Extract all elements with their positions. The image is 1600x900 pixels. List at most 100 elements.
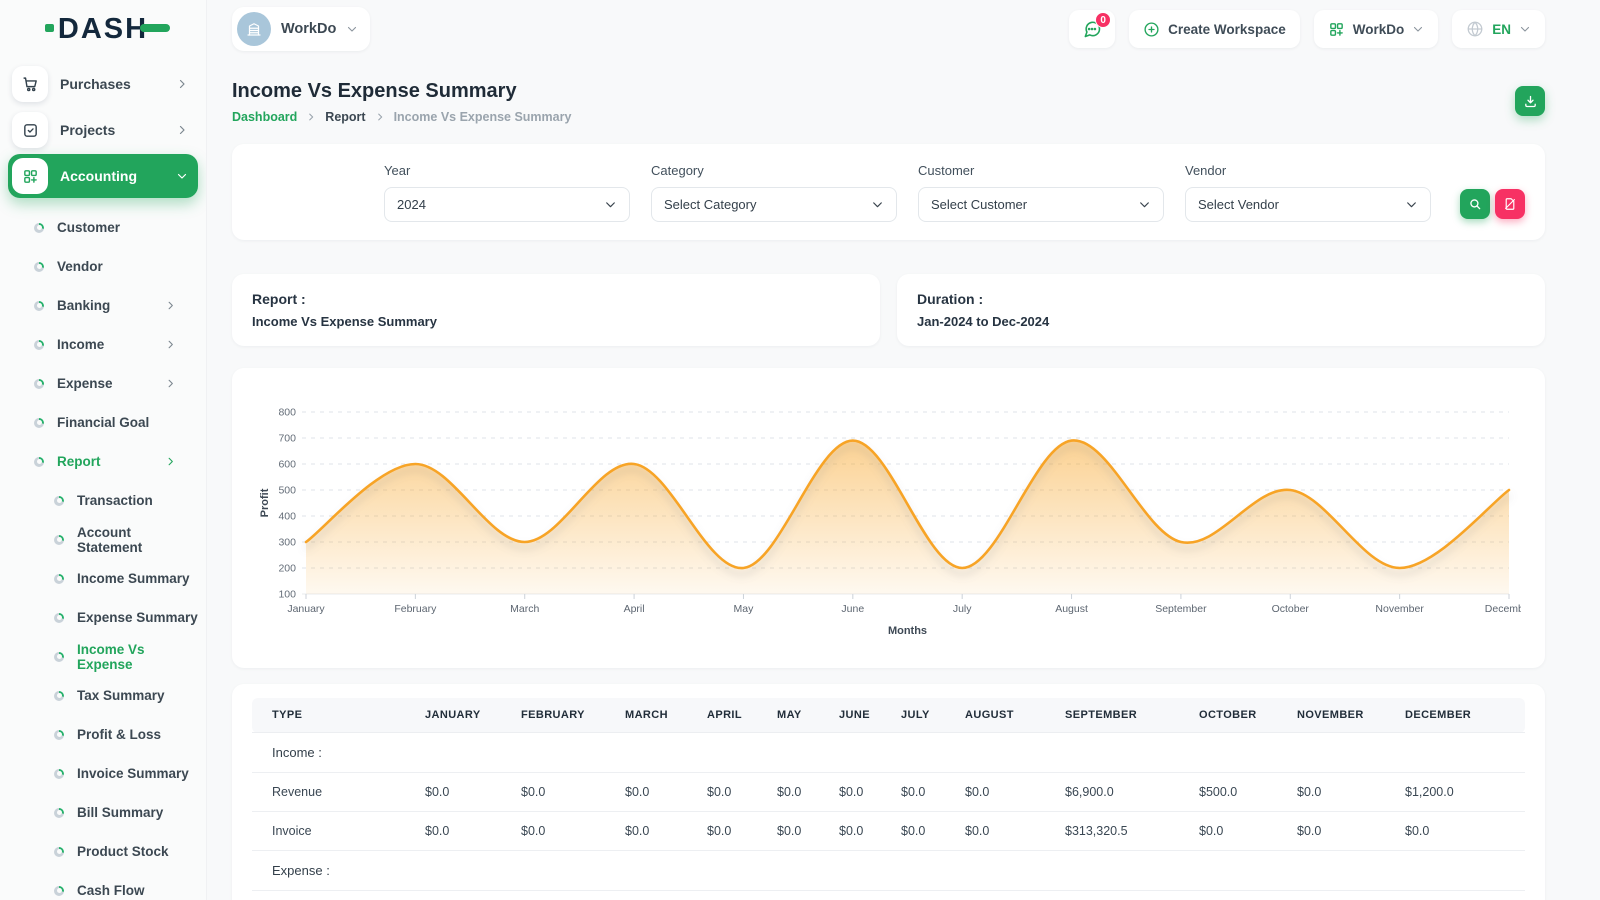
sidebar-item-customer[interactable]: Customer <box>8 208 198 247</box>
bullet-icon <box>54 847 64 857</box>
sidebar-item-income-vs-expense[interactable]: Income Vs Expense <box>8 637 198 676</box>
chevron-down-icon <box>604 198 617 211</box>
cell-value: $0.0 <box>513 812 617 851</box>
chevron-right-icon <box>165 378 176 389</box>
vendor-label: Vendor <box>1185 163 1431 178</box>
sidebar-item-financial-goal[interactable]: Financial Goal <box>8 403 198 442</box>
app-logo[interactable]: DASH <box>58 13 148 46</box>
sidebar-item-label: Projects <box>60 122 115 138</box>
breadcrumb-report[interactable]: Report <box>325 110 365 124</box>
customer-select[interactable]: Select Customer <box>918 187 1164 222</box>
sidebar-item-label: Cash Flow <box>77 883 145 898</box>
reset-filter-button[interactable] <box>1495 189 1525 219</box>
bullet-icon <box>34 301 44 311</box>
language-label: EN <box>1492 22 1511 37</box>
notification-count-badge: 0 <box>1095 12 1111 28</box>
sidebar-item-label: Expense <box>57 376 113 391</box>
sidebar-item-projects[interactable]: Projects <box>8 108 198 152</box>
table-header-row: TYPE JANUARY FEBRUARY MARCH APRIL MAY JU… <box>252 698 1525 733</box>
year-label: Year <box>384 163 630 178</box>
category-select[interactable]: Select Category <box>651 187 897 222</box>
page-title-block: Income Vs Expense Summary Dashboard Repo… <box>232 80 571 124</box>
accounting-submenu: Customer Vendor Banking Income <box>8 200 198 900</box>
section-label: Expense : <box>252 851 1525 891</box>
sidebar-item-invoice-summary[interactable]: Invoice Summary <box>8 754 198 793</box>
cell-value: $0.0 <box>769 773 831 812</box>
sidebar-item-expense[interactable]: Expense <box>8 364 198 403</box>
column-header: DECEMBER <box>1397 698 1525 733</box>
cell-value: $0.0 <box>699 812 769 851</box>
create-workspace-button[interactable]: Create Workspace <box>1129 10 1300 48</box>
sidebar-item-tax-summary[interactable]: Tax Summary <box>8 676 198 715</box>
cell-value: $313,320.5 <box>1057 812 1191 851</box>
sidebar-item-bill-summary[interactable]: Bill Summary <box>8 793 198 832</box>
sidebar-item-account-statement[interactable]: Account Statement <box>8 520 198 559</box>
sidebar-item-accounting[interactable]: Accounting <box>8 154 198 198</box>
column-header: TYPE <box>252 698 417 733</box>
chevron-right-icon <box>165 339 176 350</box>
sidebar-item-transaction[interactable]: Transaction <box>8 481 198 520</box>
sidebar-item-label: Account Statement <box>77 525 198 555</box>
building-icon <box>245 20 263 38</box>
sidebar-item-income[interactable]: Income <box>8 325 198 364</box>
page-header: Income Vs Expense Summary Dashboard Repo… <box>232 80 1545 124</box>
apply-filter-button[interactable] <box>1460 189 1490 219</box>
chevron-down-icon <box>346 23 358 35</box>
bullet-icon <box>54 808 64 818</box>
messages-button[interactable]: 0 <box>1069 10 1115 48</box>
svg-text:February: February <box>394 603 437 615</box>
svg-text:July: July <box>953 603 972 615</box>
column-header: JUNE <box>831 698 893 733</box>
column-header: APRIL <box>699 698 769 733</box>
cell-value: $0.0 <box>617 812 699 851</box>
column-header: SEPTEMBER <box>1057 698 1191 733</box>
sidebar-item-vendor[interactable]: Vendor <box>8 247 198 286</box>
year-select[interactable]: 2024 <box>384 187 630 222</box>
sidebar-item-product-stock[interactable]: Product Stock <box>8 832 198 871</box>
sidebar-item-purchases[interactable]: Purchases <box>8 62 198 106</box>
svg-text:600: 600 <box>278 459 296 471</box>
chevron-down-icon <box>1412 23 1424 35</box>
year-select-value: 2024 <box>397 197 426 212</box>
table-section-row: Expense : <box>252 851 1525 891</box>
summary-table-card: TYPE JANUARY FEBRUARY MARCH APRIL MAY JU… <box>232 684 1545 900</box>
breadcrumb-dashboard[interactable]: Dashboard <box>232 110 297 124</box>
cell-value: $0.0 <box>893 812 957 851</box>
column-header: NOVEMBER <box>1289 698 1397 733</box>
cell-value: $6,900.0 <box>1057 773 1191 812</box>
sidebar-item-label: Income Summary <box>77 571 190 586</box>
svg-text:June: June <box>841 603 864 615</box>
cell-value: $0.0 <box>957 812 1057 851</box>
sidebar-item-report[interactable]: Report <box>8 442 198 481</box>
workspace-switcher[interactable]: WorkDo <box>232 7 370 51</box>
sidebar-item-cash-flow[interactable]: Cash Flow <box>8 871 198 900</box>
bullet-icon <box>54 574 64 584</box>
svg-text:300: 300 <box>278 537 296 549</box>
sidebar-item-income-summary[interactable]: Income Summary <box>8 559 198 598</box>
workspace-menu-button[interactable]: WorkDo <box>1314 10 1439 48</box>
language-selector[interactable]: EN <box>1452 10 1545 48</box>
table-section-row: Income : <box>252 733 1525 773</box>
grid-plus-icon <box>12 158 48 194</box>
download-button[interactable] <box>1515 86 1545 116</box>
chevron-down-icon <box>1138 198 1151 211</box>
vendor-field: Vendor Select Vendor <box>1185 163 1431 222</box>
sidebar-item-label: Accounting <box>60 168 137 184</box>
category-select-value: Select Category <box>664 197 757 212</box>
workspace-name: WorkDo <box>281 21 336 37</box>
sidebar-item-banking[interactable]: Banking <box>8 286 198 325</box>
sidebar-menu: Purchases Projects Accounting <box>0 58 206 900</box>
report-value: Income Vs Expense Summary <box>252 314 860 329</box>
report-label: Report : <box>252 291 860 307</box>
table-row: Invoice $0.0 $0.0 $0.0 $0.0 $0.0 $0.0 $0… <box>252 812 1525 851</box>
sidebar-item-profit-loss[interactable]: Profit & Loss <box>8 715 198 754</box>
customer-select-value: Select Customer <box>931 197 1027 212</box>
svg-text:November: November <box>1375 603 1424 615</box>
chevron-down-icon <box>1519 23 1531 35</box>
logo-row: DASH <box>0 0 206 58</box>
check-square-icon <box>12 112 48 148</box>
sidebar: DASH Purchases Projects <box>0 0 207 900</box>
vendor-select[interactable]: Select Vendor <box>1185 187 1431 222</box>
sidebar-item-expense-summary[interactable]: Expense Summary <box>8 598 198 637</box>
clear-filter-icon <box>1503 197 1517 211</box>
